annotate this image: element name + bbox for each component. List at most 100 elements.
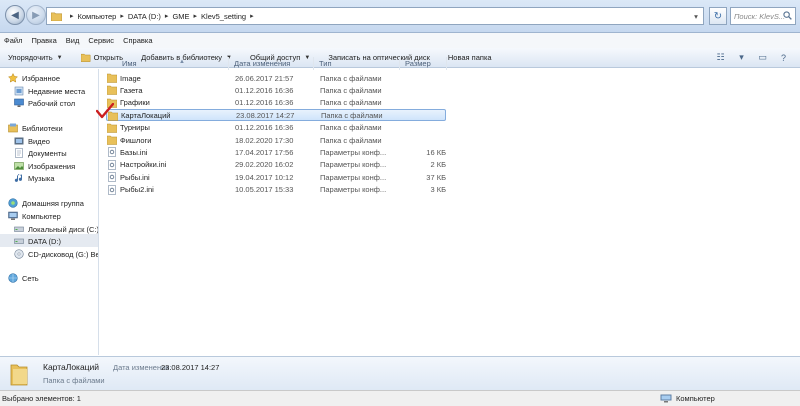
computer-icon [660,394,672,403]
file-name: Фишлоги [120,135,152,145]
settings-file-icon [108,184,116,195]
menu-tools[interactable]: Сервис [88,36,114,45]
sidebar-item-computer[interactable]: Компьютер [8,211,61,221]
homegroup-icon [8,198,18,208]
folder-row[interactable]: Турниры 01.12.2016 16:36 Папка с файлами [106,122,446,134]
sidebar-item-network[interactable]: Сеть [8,273,39,283]
file-date: 23.08.2017 14:27 [236,110,295,120]
file-date: 01.12.2016 16:36 [235,85,294,95]
folder-icon [107,73,117,83]
folder-row[interactable]: Image 26.06.2017 21:57 Папка с файлами [106,72,446,84]
sidebar-item-cd-drive-g[interactable]: CD-дисковод (G:) Bee [14,249,98,259]
sidebar-item-data-d[interactable]: DATA (D:) [14,236,61,246]
details-name: КартаЛокаций [43,362,100,372]
sidebar-label: Библиотеки [22,123,63,133]
file-type: Параметры конф... [320,160,387,170]
sidebar-item-images[interactable]: Изображения [14,161,75,171]
file-row[interactable]: Базы.ini 17.04.2017 17:56 Параметры конф..… [106,146,446,158]
sidebar-item-libraries[interactable]: Библиотеки [8,123,63,133]
column-type[interactable]: Тип [319,59,332,68]
forward-button[interactable]: ▶ [26,5,46,25]
star-icon [8,73,18,83]
sidebar-label: Сеть [22,273,39,283]
folder-row[interactable]: Фишлоги 18.02.2020 17:30 Папка с файлами [106,134,446,146]
file-row[interactable]: Настройки.ini 29.02.2020 16:02 Параметры к… [106,159,446,171]
file-type: Папка с файлами [320,123,382,133]
sidebar-label: DATA (D:) [28,236,62,246]
folder-row[interactable]: КартаЛокаций 23.08.2017 14:27 Папка с файл… [106,109,446,122]
details-pane: КартаЛокаций Папка с файлами Дата измене… [0,356,800,390]
column-name[interactable]: Имя [122,59,137,68]
file-date: 26.06.2017 21:57 [235,73,294,83]
cd-drive-icon [14,249,24,259]
status-bar: Выбрано элементов: 1 Компьютер [0,390,800,406]
file-type: Параметры конф... [320,147,387,157]
sidebar-label: Рабочий стол [28,98,76,108]
folder-icon [107,135,117,145]
file-type: Папка с файлами [320,98,382,108]
folder-row[interactable]: Газета 01.12.2016 16:36 Папка с файлами [106,84,446,96]
search-placeholder: Поиск: KlevS... [734,11,786,21]
column-size[interactable]: Размер [405,59,431,68]
sidebar-label: Недавние места [28,86,86,96]
address-toolbar: ◀ ▶ ▸ Компьютер ▸ DATA (D:) ▸ GME ▸ Klev… [0,0,800,33]
file-row[interactable]: Рыбы.ini 19.04.2017 10:12 Параметры конф..… [106,171,446,183]
sidebar-item-homegroup[interactable]: Домашняя группа [8,198,84,208]
menu-file[interactable]: Файл [4,36,22,45]
details-modified-value: 23.08.2017 14:27 [161,363,220,372]
sidebar-label: Изображения [28,161,76,171]
status-location: Компьютер [676,394,715,403]
organize-button[interactable]: Упорядочить ▼ [8,53,63,62]
sidebar-item-local-disk-c[interactable]: Локальный диск (C:) [14,224,99,234]
sort-up-icon: ▲ [179,59,185,65]
file-row[interactable]: Рыбы2.ini 10.05.2017 15:33 Параметры конф.… [106,184,446,196]
file-date: 17.04.2017 17:56 [235,147,294,157]
drive-icon [14,236,24,246]
menu-help[interactable]: Справка [123,36,152,45]
crumb-computer[interactable]: Компьютер [78,12,117,21]
crumb-gme[interactable]: GME [172,12,189,21]
breadcrumb: ▸ Компьютер ▸ DATA (D:) ▸ GME ▸ Klev5_se… [70,11,254,21]
images-icon [14,161,24,171]
file-name: Турниры [120,123,150,133]
menu-bar: Файл Правка Вид Сервис Справка [0,33,800,48]
search-input[interactable]: Поиск: KlevS... [730,7,796,25]
sidebar-item-music[interactable]: Музыка [14,173,55,183]
folder-icon [51,12,62,21]
file-name: КартаЛокаций [121,110,171,120]
file-type: Папка с файлами [321,110,383,120]
address-dropdown-button[interactable]: ▾ [689,8,703,24]
file-type: Папка с файлами [320,85,382,95]
menu-edit[interactable]: Правка [31,36,56,45]
file-type: Папка с файлами [320,73,382,83]
address-bar[interactable]: ▸ Компьютер ▸ DATA (D:) ▸ GME ▸ Klev5_se… [46,7,704,25]
crumb-klev5-setting[interactable]: Klev5_setting [201,12,246,21]
settings-file-icon [108,172,116,182]
open-folder-icon [80,53,91,62]
file-date: 19.04.2017 10:12 [235,172,294,182]
file-date: 18.02.2020 17:30 [235,135,294,145]
sidebar-label: Локальный диск (C:) [28,224,99,234]
folder-icon [107,86,117,96]
arrow-left-icon: ◀ [11,9,19,21]
video-icon [14,136,24,146]
crumb-data-d[interactable]: DATA (D:) [128,12,161,21]
sidebar-item-recent[interactable]: Недавние места [14,86,85,96]
sidebar-item-desktop[interactable]: Рабочий стол [14,98,75,108]
folder-row[interactable]: Графики 01.12.2016 16:36 Папка с файлами [106,97,446,109]
folder-icon [107,123,117,133]
file-name: Графики [120,98,150,108]
sidebar-item-documents[interactable]: Документы [14,148,67,158]
computer-icon [8,211,18,221]
file-date: 01.12.2016 16:36 [235,123,294,133]
file-name: Image [120,73,141,83]
sidebar-item-favorites[interactable]: Избранное [8,73,60,83]
back-button[interactable]: ◀ [5,5,25,25]
sidebar-item-video[interactable]: Видео [14,136,50,146]
refresh-button[interactable]: ↻ [709,7,727,25]
search-icon [783,11,792,20]
navigation-pane: Избранное Недавние места Рабочий стол Би… [0,69,99,355]
column-date[interactable]: Дата изменения [234,59,290,68]
menu-view[interactable]: Вид [66,36,80,45]
file-size: 37 КБ [426,172,446,182]
